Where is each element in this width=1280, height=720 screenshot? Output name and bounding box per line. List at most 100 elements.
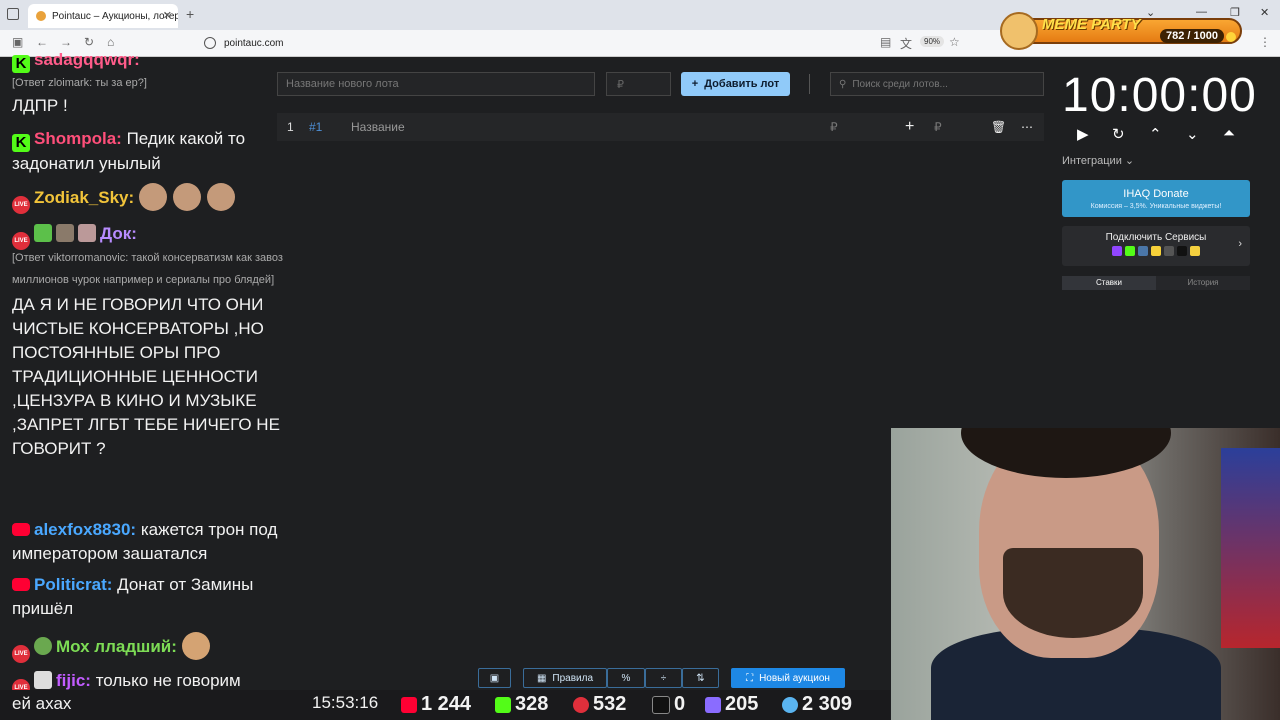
- add-amount-icon[interactable]: +: [905, 118, 914, 136]
- youtube-viewers: 1 244: [401, 693, 471, 716]
- youtube-badge-icon: [12, 523, 30, 536]
- percent-icon[interactable]: %: [607, 668, 645, 688]
- live-icon: [573, 696, 589, 713]
- increase-time-icon[interactable]: ⌃: [1149, 125, 1162, 143]
- chat-nick: Док:: [100, 224, 137, 243]
- delete-icon[interactable]: 🗑: [991, 120, 1006, 134]
- search-icon: ⚲: [839, 78, 847, 90]
- reader-view-icon[interactable]: ▤: [880, 35, 891, 49]
- lot-name-input[interactable]: Название нового лота: [277, 72, 595, 96]
- close-window-icon[interactable]: ✕: [1260, 6, 1269, 19]
- lot-row: 1 #1 Название ₽ + ₽ 🗑 ⋯: [277, 113, 1044, 141]
- site-favicon-icon: [36, 11, 46, 21]
- bets-history-tabs: Ставки История: [1062, 276, 1250, 290]
- kick-badge-icon: K: [12, 55, 30, 73]
- chat-reply: [Ответ zloimark: ты за ер?]: [12, 77, 147, 89]
- url-text: pointauc.com: [224, 37, 284, 49]
- total-viewers: 2 309: [782, 693, 852, 716]
- donationalerts-icon: [1151, 246, 1161, 256]
- rules-label: Правила: [552, 672, 594, 684]
- tab-bets[interactable]: Ставки: [1062, 276, 1156, 290]
- lot-amount-input[interactable]: ₽: [606, 72, 671, 96]
- chat-nick: fijic:: [56, 671, 91, 690]
- youtube-icon: [401, 696, 417, 713]
- stream-stats-bar: ей ахах 15:53:16 1 244 328 532 0 205 2 3…: [0, 690, 890, 720]
- kick-badge-icon: K: [12, 134, 30, 152]
- zoom-level[interactable]: 90%: [920, 36, 945, 47]
- chat-nick: sadagqqwqr:: [34, 50, 140, 69]
- chat-nick: alexfox8830:: [34, 520, 137, 539]
- sort-icon[interactable]: ⇅: [682, 668, 719, 688]
- new-tab-icon[interactable]: +: [186, 6, 194, 22]
- chat-nick: Shompola:: [34, 129, 122, 148]
- integrations-dropdown[interactable]: Интеграции ⌄: [1062, 154, 1134, 167]
- service-icon: [1190, 246, 1200, 256]
- coin-icon: [1226, 32, 1236, 42]
- twitch-icon: [1112, 246, 1122, 256]
- rules-button[interactable]: ▦ Правила: [523, 668, 607, 688]
- tab-overview-icon[interactable]: [7, 8, 19, 20]
- emote-icon: [206, 183, 235, 211]
- total-count: 2 309: [802, 693, 853, 715]
- reset-timer-icon[interactable]: ↻: [1112, 125, 1125, 143]
- decrease-time-icon[interactable]: ⌄: [1186, 125, 1199, 143]
- split-icon[interactable]: ÷: [645, 668, 682, 688]
- youtube-count: 1 244: [421, 693, 472, 715]
- more-options-icon[interactable]: ⋯: [1021, 120, 1033, 134]
- add-lot-button[interactable]: + Добавить лот: [681, 72, 790, 96]
- forward-icon[interactable]: →: [60, 35, 72, 49]
- stream-time: 15:53:16: [312, 693, 379, 712]
- plus-icon: +: [691, 78, 699, 90]
- emote-icon: [138, 183, 167, 211]
- doge-icon: [1000, 12, 1038, 50]
- emote-icon: [172, 183, 201, 211]
- bookmark-star-icon[interactable]: ☆: [949, 35, 960, 49]
- r-icon: [652, 695, 670, 714]
- meme-party-title: MEME PARTY: [1042, 16, 1141, 33]
- services-title: Подключить Сервисы: [1105, 232, 1207, 243]
- chat-message: LIVE Док:: [12, 222, 290, 250]
- chat-text: только не говорим: [95, 671, 241, 690]
- play-icon[interactable]: ▶: [1077, 125, 1089, 143]
- sidebar-icon[interactable]: ▣: [12, 35, 23, 49]
- chat-text: ЛДПР !: [12, 96, 68, 115]
- webcam-feed: [891, 428, 1280, 720]
- live-badge-icon: LIVE: [12, 645, 30, 663]
- tab-history[interactable]: История: [1156, 276, 1250, 290]
- double-up-icon[interactable]: ⏶: [1223, 125, 1235, 142]
- chat-text: ДА Я И НЕ ГОВОРИЛ ЧТО ОНИ ЧИСТЫЕ КОНСЕРВ…: [12, 295, 280, 458]
- badge-icon: [56, 224, 74, 242]
- back-icon[interactable]: ←: [36, 35, 48, 49]
- kick-icon: [1125, 246, 1135, 256]
- service-icon: [1164, 246, 1174, 256]
- close-tab-icon[interactable]: ✕: [163, 9, 172, 22]
- tab-title: Pointauc – Аукционы, лотереи: [52, 10, 178, 22]
- toolbar-divider: [809, 74, 810, 94]
- home-icon[interactable]: ⌂: [107, 35, 114, 49]
- translate-icon[interactable]: 文: [900, 35, 912, 52]
- save-icon[interactable]: ▣: [478, 668, 511, 688]
- live-badge-icon: LIVE: [12, 196, 30, 214]
- kick-count: 328: [515, 693, 549, 715]
- menu-icon[interactable]: ⋮: [1259, 35, 1271, 49]
- chat-nick: Zodiak_Sky:: [34, 188, 135, 207]
- ihaq-donate-button[interactable]: IHAQ Donate Комиссия – 3,5%. Уникальные …: [1062, 180, 1250, 217]
- add-amount-field[interactable]: ₽: [934, 120, 942, 134]
- lot-amount-field[interactable]: ₽: [830, 120, 838, 134]
- badge-icon: [34, 224, 52, 242]
- flag-image: [1221, 448, 1280, 648]
- chat-message: LIVE Мох лладший:: [12, 632, 290, 663]
- chat-message: LIVE Zodiak_Sky:: [12, 183, 290, 214]
- lot-search-input[interactable]: ⚲ Поиск среди лотов...: [830, 72, 1044, 96]
- chat-nick: Politicrat:: [34, 575, 113, 594]
- address-bar[interactable]: pointauc.com: [204, 34, 974, 52]
- lot-name-field[interactable]: Название: [351, 120, 405, 134]
- connect-services-button[interactable]: Подключить Сервисы ›: [1062, 226, 1250, 266]
- platform-icon: [705, 696, 721, 713]
- reload-icon[interactable]: ↻: [84, 35, 94, 49]
- meme-party-score: 782 / 1000: [1160, 29, 1224, 43]
- youtube-badge-icon: [12, 578, 30, 591]
- browser-tab[interactable]: Pointauc – Аукционы, лотереи ✕: [28, 4, 178, 28]
- new-auction-label: Новый аукцион: [759, 672, 830, 684]
- new-auction-button[interactable]: ⛶ Новый аукцион: [731, 668, 845, 688]
